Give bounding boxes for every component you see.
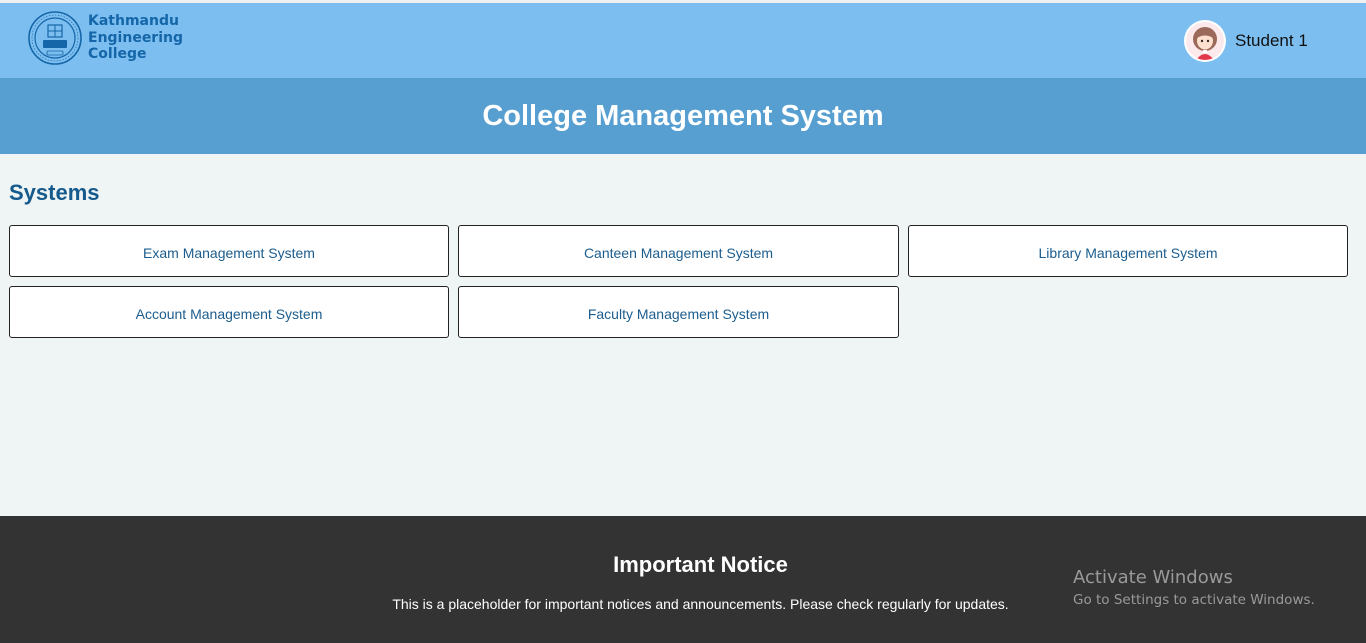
systems-grid: Exam Management System Canteen Managemen…	[9, 225, 1348, 338]
watermark-subtitle: Go to Settings to activate Windows.	[1073, 592, 1315, 608]
page-title: College Management System	[482, 99, 884, 132]
main-content: Systems Exam Management System Canteen M…	[0, 154, 1366, 516]
user-name: Student 1	[1235, 31, 1308, 50]
logo-line-2: Engineering	[88, 29, 183, 46]
logo-line-3: College	[88, 46, 147, 63]
notice-footer: Important Notice This is a placeholder f…	[0, 516, 1366, 643]
logo-line-1: Kathmandu	[88, 13, 179, 30]
library-management-button[interactable]: Library Management System	[908, 225, 1348, 277]
user-profile[interactable]: Student 1	[1184, 20, 1308, 62]
user-avatar-icon	[1186, 22, 1224, 60]
windows-activation-watermark: Activate Windows Go to Settings to activ…	[1073, 567, 1315, 611]
exam-management-button[interactable]: Exam Management System	[9, 225, 449, 277]
systems-heading: Systems	[9, 180, 100, 205]
canteen-management-button[interactable]: Canteen Management System	[458, 225, 899, 277]
top-header: Kathmandu Engineering College Student 1	[0, 3, 1366, 78]
college-logo[interactable]: Kathmandu Engineering College	[28, 11, 183, 65]
college-seal-icon	[28, 11, 82, 65]
account-management-button[interactable]: Account Management System	[9, 286, 449, 338]
watermark-title: Activate Windows	[1073, 567, 1233, 588]
avatar[interactable]	[1184, 20, 1226, 62]
faculty-management-button[interactable]: Faculty Management System	[458, 286, 899, 338]
title-banner: College Management System	[0, 78, 1366, 154]
logo-wordmark: Kathmandu Engineering College	[88, 13, 183, 63]
